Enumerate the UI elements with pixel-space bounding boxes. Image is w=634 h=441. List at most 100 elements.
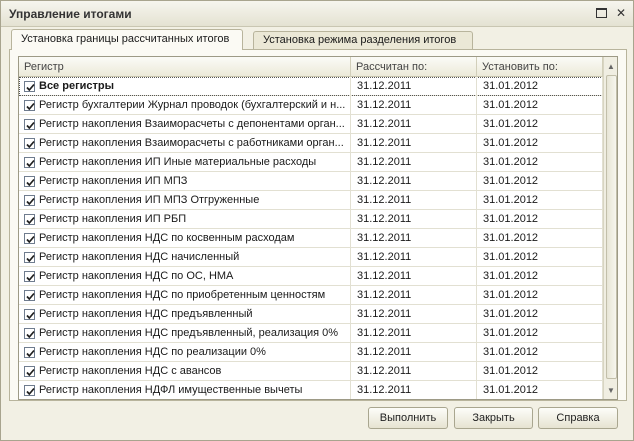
calculated-date-cell: 31.12.2011 — [351, 248, 477, 267]
register-name: Регистр накопления НДС с авансов — [39, 365, 222, 377]
column-header-calculated[interactable]: Рассчитан по: — [351, 57, 477, 77]
set-to-date-cell[interactable]: 31.01.2012 — [477, 134, 603, 153]
register-cell[interactable]: Регистр накопления НДС начисленный — [19, 248, 351, 267]
close-button[interactable]: Закрыть — [454, 407, 533, 429]
table-row[interactable]: Регистр накопления НДС начисленный 31.12.… — [19, 248, 603, 267]
register-checkbox[interactable] — [24, 119, 35, 130]
table-row[interactable]: Регистр накопления НДФЛ имущественные вы… — [19, 381, 603, 399]
title-bar: Управление итогами ✕ — [1, 1, 633, 27]
register-name: Регистр накопления ИП МПЗ — [39, 175, 188, 187]
register-name: Все регистры — [39, 80, 115, 92]
close-icon[interactable]: ✕ — [614, 6, 628, 20]
register-cell[interactable]: Регистр накопления НДС по ОС, НМА — [19, 267, 351, 286]
register-name: Регистр накопления НДС предъявленный, ре… — [39, 327, 339, 339]
register-checkbox[interactable] — [24, 385, 35, 396]
register-checkbox[interactable] — [24, 81, 35, 92]
calculated-date-cell: 31.12.2011 — [351, 191, 477, 210]
register-cell[interactable]: Регистр накопления ИП Иные материальные … — [19, 153, 351, 172]
table-row[interactable]: Регистр накопления Взаиморасчеты с депон… — [19, 115, 603, 134]
table-row[interactable]: Регистр накопления НДС по приобретенным … — [19, 286, 603, 305]
set-to-date-cell[interactable]: 31.01.2012 — [477, 305, 603, 324]
register-cell[interactable]: Регистр накопления ИП МПЗ Отгруженные — [19, 191, 351, 210]
maximize-icon[interactable] — [594, 6, 608, 20]
set-to-date-cell[interactable]: 31.01.2012 — [477, 191, 603, 210]
table-row[interactable]: Регистр накопления ИП РБП 31.12.2011 31.01… — [19, 210, 603, 229]
table-row[interactable]: Регистр накопления ИП МПЗ 31.12.2011 31.01… — [19, 172, 603, 191]
register-name: Регистр накопления НДС начисленный — [39, 251, 240, 263]
tab-totals-split-mode[interactable]: Установка режима разделения итогов — [253, 31, 473, 49]
register-checkbox[interactable] — [24, 157, 35, 168]
table-row[interactable]: Регистр накопления НДС предъявленный 31.1… — [19, 305, 603, 324]
column-header-register[interactable]: Регистр — [19, 57, 351, 77]
register-name: Регистр накопления НДФЛ имущественные вы… — [39, 384, 303, 396]
calculated-date-cell: 31.12.2011 — [351, 134, 477, 153]
run-button[interactable]: Выполнить — [368, 407, 448, 429]
set-to-date-cell[interactable]: 31.01.2012 — [477, 362, 603, 381]
table-row[interactable]: Регистр накопления НДС по реализации 0% 3… — [19, 343, 603, 362]
register-cell[interactable]: Регистр накопления НДС с авансов — [19, 362, 351, 381]
table-row[interactable]: Регистр накопления Взаиморасчеты с работ… — [19, 134, 603, 153]
register-name: Регистр накопления НДС по приобретенным … — [39, 289, 326, 301]
register-cell[interactable]: Регистр накопления НДС по косвенным расх… — [19, 229, 351, 248]
register-checkbox[interactable] — [24, 271, 35, 282]
register-name: Регистр накопления ИП МПЗ Отгруженные — [39, 194, 260, 206]
set-to-date-cell[interactable]: 31.01.2012 — [477, 96, 603, 115]
register-checkbox[interactable] — [24, 347, 35, 358]
set-to-date-cell[interactable]: 31.01.2012 — [477, 248, 603, 267]
register-checkbox[interactable] — [24, 233, 35, 244]
register-cell[interactable]: Регистр накопления НДС предъявленный — [19, 305, 351, 324]
register-checkbox[interactable] — [24, 309, 35, 320]
scroll-down-arrow-icon[interactable]: ▼ — [604, 383, 617, 397]
register-checkbox[interactable] — [24, 290, 35, 301]
table-row[interactable]: Регистр накопления ИП Иные материальные … — [19, 153, 603, 172]
table-row[interactable]: Регистр накопления НДС по ОС, НМА 31.12.2… — [19, 267, 603, 286]
register-name: Регистр накопления ИП Иные материальные … — [39, 156, 317, 168]
register-checkbox[interactable] — [24, 138, 35, 149]
register-cell[interactable]: Регистр накопления Взаиморасчеты с депон… — [19, 115, 351, 134]
table-row[interactable]: Все регистры 31.12.2011 31.01.2012 — [19, 77, 603, 96]
set-to-date-cell[interactable]: 31.01.2012 — [477, 77, 603, 96]
register-checkbox[interactable] — [24, 195, 35, 206]
calculated-date-cell: 31.12.2011 — [351, 305, 477, 324]
table-row[interactable]: Регистр накопления НДС по косвенным расх… — [19, 229, 603, 248]
register-cell[interactable]: Регистр накопления ИП РБП — [19, 210, 351, 229]
register-checkbox[interactable] — [24, 214, 35, 225]
set-to-date-cell[interactable]: 31.01.2012 — [477, 210, 603, 229]
register-cell[interactable]: Регистр накопления ИП МПЗ — [19, 172, 351, 191]
register-cell[interactable]: Регистр накопления Взаиморасчеты с работ… — [19, 134, 351, 153]
register-checkbox[interactable] — [24, 252, 35, 263]
register-name: Регистр накопления НДС по реализации 0% — [39, 346, 266, 358]
register-cell[interactable]: Регистр накопления НДС по реализации 0% — [19, 343, 351, 362]
set-to-date-cell[interactable]: 31.01.2012 — [477, 229, 603, 248]
help-button[interactable]: Справка — [538, 407, 618, 429]
calculated-date-cell: 31.12.2011 — [351, 115, 477, 134]
set-to-date-cell[interactable]: 31.01.2012 — [477, 172, 603, 191]
table-row[interactable]: Регистр накопления НДС предъявленный, ре… — [19, 324, 603, 343]
scrollbar-thumb[interactable] — [606, 75, 617, 379]
scroll-up-arrow-icon[interactable]: ▲ — [604, 59, 617, 73]
register-cell[interactable]: Все регистры — [19, 77, 351, 96]
register-cell[interactable]: Регистр накопления НДФЛ имущественные вы… — [19, 381, 351, 399]
set-to-date-cell[interactable]: 31.01.2012 — [477, 381, 603, 399]
tab-calculated-totals-boundary[interactable]: Установка границы рассчитанных итогов — [11, 29, 243, 50]
register-checkbox[interactable] — [24, 176, 35, 187]
column-header-set-to[interactable]: Установить по: — [477, 57, 603, 77]
set-to-date-cell[interactable]: 31.01.2012 — [477, 286, 603, 305]
vertical-scrollbar[interactable]: ▲ ▼ — [603, 57, 617, 399]
register-checkbox[interactable] — [24, 328, 35, 339]
register-cell[interactable]: Регистр бухгалтерии Журнал проводок (бух… — [19, 96, 351, 115]
table-row[interactable]: Регистр накопления НДС с авансов 31.12.20… — [19, 362, 603, 381]
set-to-date-cell[interactable]: 31.01.2012 — [477, 343, 603, 362]
set-to-date-cell[interactable]: 31.01.2012 — [477, 267, 603, 286]
set-to-date-cell[interactable]: 31.01.2012 — [477, 115, 603, 134]
register-name: Регистр накопления ИП РБП — [39, 213, 187, 225]
register-checkbox[interactable] — [24, 100, 35, 111]
table-row[interactable]: Регистр накопления ИП МПЗ Отгруженные 31.… — [19, 191, 603, 210]
table-row[interactable]: Регистр бухгалтерии Журнал проводок (бух… — [19, 96, 603, 115]
register-checkbox[interactable] — [24, 366, 35, 377]
register-cell[interactable]: Регистр накопления НДС предъявленный, ре… — [19, 324, 351, 343]
set-to-date-cell[interactable]: 31.01.2012 — [477, 153, 603, 172]
calculated-date-cell: 31.12.2011 — [351, 77, 477, 96]
set-to-date-cell[interactable]: 31.01.2012 — [477, 324, 603, 343]
register-cell[interactable]: Регистр накопления НДС по приобретенным … — [19, 286, 351, 305]
